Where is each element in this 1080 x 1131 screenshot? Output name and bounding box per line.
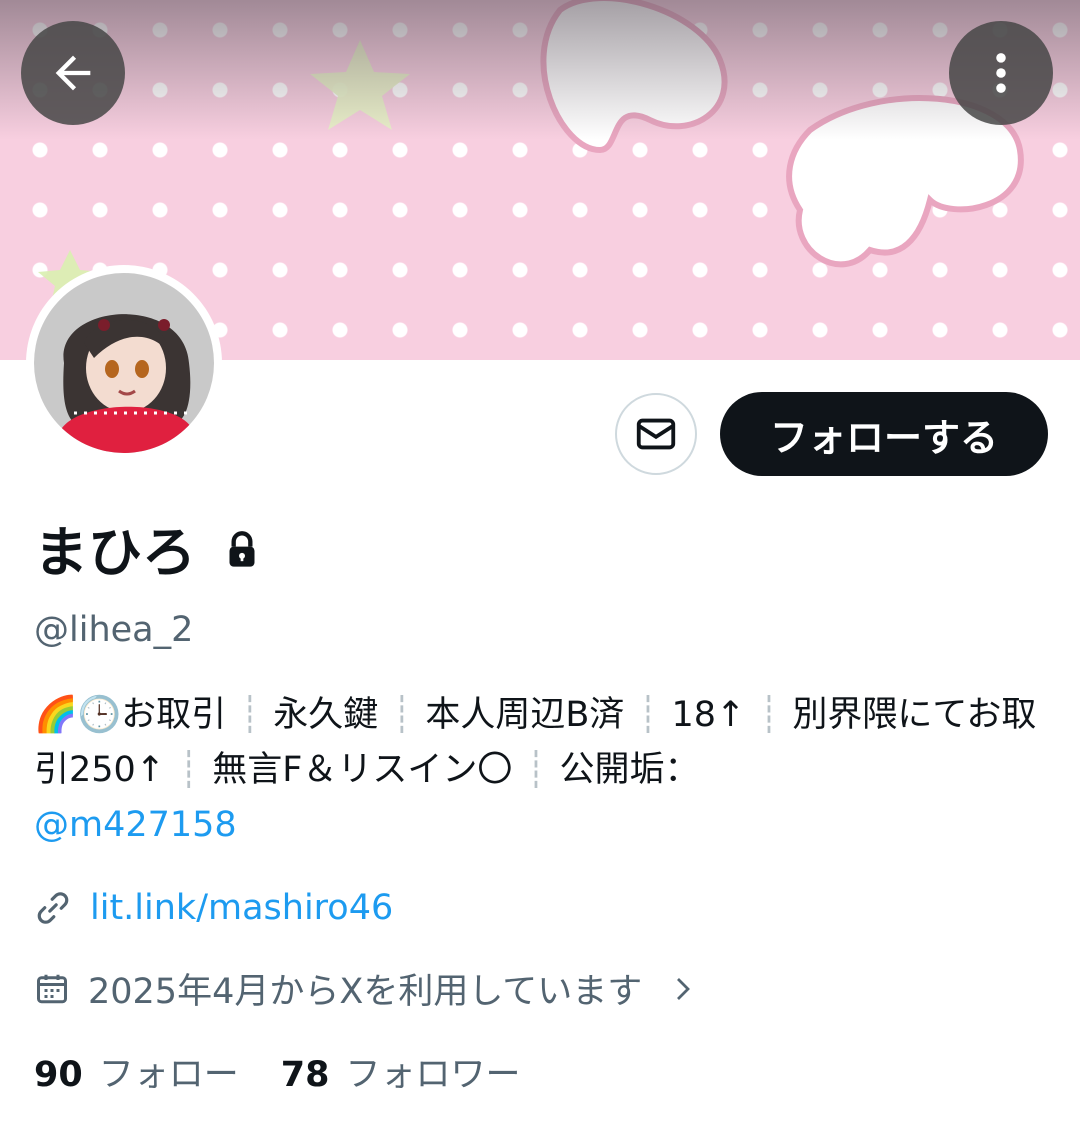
more-options-button[interactable] <box>949 21 1053 125</box>
bio-separator: ┊ <box>758 695 780 735</box>
followers-count: 78 <box>280 1055 330 1095</box>
bio-emoji: 🌈🕒 <box>34 695 122 735</box>
banner-shade <box>0 0 1080 140</box>
followers-stat[interactable]: 78 フォロワー <box>281 1046 521 1097</box>
calendar-icon <box>37 974 67 1003</box>
profile-website-link[interactable]: lit.link/mashiro46 <box>90 888 393 928</box>
message-button[interactable] <box>615 393 697 475</box>
arrow-left-icon <box>55 55 91 91</box>
follow-button[interactable]: フォローする <box>720 392 1048 476</box>
following-stat[interactable]: 90 フォロー <box>34 1046 239 1097</box>
bio-item: 本人周辺B済 <box>425 695 625 735</box>
bio-separator: ┊ <box>239 695 261 735</box>
chevron-right-icon <box>677 977 691 1000</box>
bio-separator: ┊ <box>391 695 413 735</box>
user-handle: @lihea_2 <box>34 610 194 650</box>
bio-separator: ┊ <box>637 695 659 735</box>
bio: 🌈🕒お取引 ┊ 永久鍵 ┊ 本人周辺B済 ┊ 18↑ ┊ 別界隈にてお取引250↑ ┊ 無言F＆リス… <box>34 688 1044 853</box>
following-label: フォロー <box>98 1055 239 1095</box>
bio-mention-link[interactable]: @m427158 <box>34 805 237 845</box>
avatar[interactable] <box>26 265 222 461</box>
joined-date-row[interactable]: 2025年4月からXを利用しています <box>34 963 698 1014</box>
bio-item: 永久鍵 <box>273 695 379 735</box>
back-button[interactable] <box>21 21 125 125</box>
lock-icon <box>229 530 255 567</box>
bio-separator: ┊ <box>178 750 200 790</box>
bio-separator: ┊ <box>525 750 547 790</box>
bio-item: お取引 <box>121 695 227 735</box>
name-row: まひろ <box>34 508 262 587</box>
more-vertical-icon <box>996 53 1006 93</box>
bio-item: 無言F＆リスイン〇 <box>212 750 513 790</box>
followers-label: フォロワー <box>345 1055 521 1095</box>
link-icon <box>37 892 69 924</box>
bio-item: 18↑ <box>671 695 746 735</box>
mail-icon <box>636 418 676 450</box>
following-count: 90 <box>34 1055 83 1095</box>
follow-stats: 90 フォロー 78 フォロワー <box>34 1046 520 1097</box>
display-name: まひろ <box>34 521 196 584</box>
joined-date-text: 2025年4月からXを利用しています <box>88 972 643 1012</box>
profile-link-row: lit.link/mashiro46 <box>34 888 393 928</box>
avatar-image <box>34 273 214 453</box>
bio-item: 公開垢： <box>559 750 700 790</box>
